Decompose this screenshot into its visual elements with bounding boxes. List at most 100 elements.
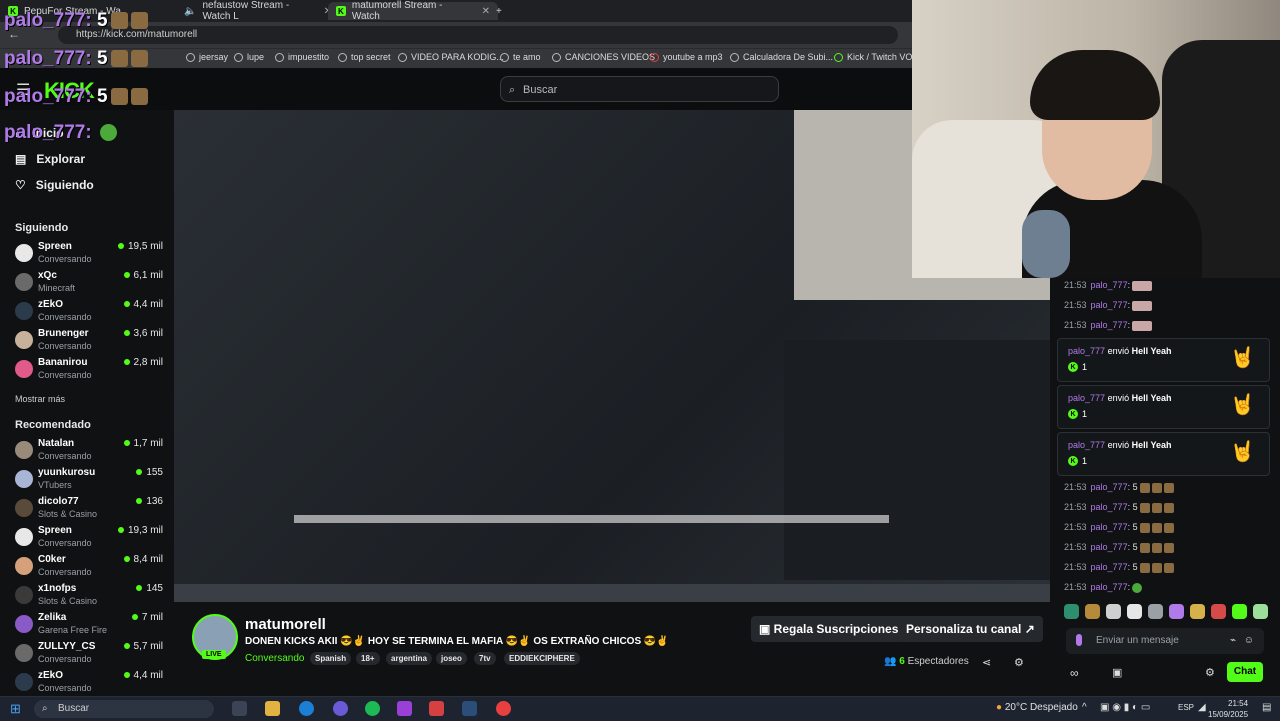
sidebar-channel[interactable]: dicolo77 Slots & Casino 136 <box>15 496 163 524</box>
file-explorer-icon[interactable] <box>265 701 280 716</box>
edge-icon[interactable] <box>299 701 314 716</box>
emote-icon <box>99 124 117 142</box>
stream-tag[interactable]: 18+ <box>356 652 380 665</box>
app-icon[interactable] <box>397 701 412 716</box>
emoji-icon[interactable]: ☺ <box>1244 628 1254 654</box>
emote-icon[interactable] <box>1211 604 1226 619</box>
emote-icon[interactable] <box>1190 604 1205 619</box>
browser-tab-3[interactable]: K matumorell Stream - Watch ✕ <box>328 0 498 22</box>
chat-message: 21:53 palo_777: 5 <box>1064 562 1174 573</box>
chat-message: 21:53 palo_777: 5 <box>1064 502 1174 513</box>
sidebar-channel[interactable]: zEkO Conversando 4,4 mil <box>15 299 163 327</box>
emote-icon <box>1151 482 1162 493</box>
share-icon[interactable]: ⋖ <box>982 656 991 669</box>
stream-tag[interactable]: Spanish <box>310 652 352 665</box>
chat-send-button[interactable]: Chat <box>1227 662 1263 682</box>
messenger-icon[interactable] <box>333 701 348 716</box>
bookmark-item[interactable]: jeersay <box>186 52 228 62</box>
spotify-icon[interactable] <box>365 701 380 716</box>
chat-input[interactable]: Enviar un mensaje ⌁ ☺ <box>1066 628 1264 654</box>
sidebar-channel[interactable]: Spreen Conversando 19,5 mil <box>15 241 163 269</box>
search-icon: ⌕ <box>509 84 516 96</box>
kick-favicon-icon: K <box>336 6 346 16</box>
emote-icon[interactable] <box>1064 604 1079 619</box>
emote-icon[interactable] <box>1106 604 1121 619</box>
gift-subs-button[interactable]: ▣ Regala Suscripciones <box>751 616 907 642</box>
stream-tag[interactable]: EDDIEKCIPHERE <box>504 652 580 665</box>
emote-icon[interactable] <box>1253 604 1268 619</box>
sidebar-channel[interactable]: Spreen Conversando 19,3 mil <box>15 525 163 553</box>
emote-icon[interactable] <box>1148 604 1163 619</box>
sidebar-channel[interactable]: Brunenger Conversando 3,6 mil <box>15 328 163 356</box>
plus-icon: + <box>496 5 502 17</box>
emote-icon <box>1132 320 1153 331</box>
new-tab-button[interactable]: + <box>488 2 510 20</box>
stream-tag[interactable]: joseo <box>436 652 467 665</box>
notifications-icon[interactable]: ▤ <box>1262 702 1271 713</box>
emote-icon[interactable] <box>1085 604 1100 619</box>
stream-tag[interactable]: argentina <box>386 652 433 665</box>
sidebar-channel[interactable]: Natalan Conversando 1,7 mil <box>15 438 163 466</box>
task-view-icon[interactable] <box>232 701 247 716</box>
emote-icon[interactable] <box>1127 604 1142 619</box>
bookmark-item[interactable]: lupe <box>234 52 264 62</box>
emote-icon <box>130 12 148 30</box>
search-input[interactable]: ⌕ Buscar <box>500 76 779 102</box>
rock-hand-icon: 🤘 <box>1230 394 1255 416</box>
bookmark-item[interactable]: CANCIONES VIDEOS <box>552 52 655 62</box>
browser-tab-2[interactable]: 🔈 nefaustow Stream - Watch L ✕ <box>176 0 340 22</box>
volume-icon[interactable]: ◢ <box>1198 702 1206 713</box>
language-indicator[interactable]: ESP <box>1178 703 1194 712</box>
steam-icon[interactable] <box>462 701 477 716</box>
bookmark-item[interactable]: youtube a mp3 <box>650 52 723 62</box>
bookmark-item[interactable]: VIDEO PARA KODIG... <box>398 52 504 62</box>
app-icon[interactable] <box>429 701 444 716</box>
bookmark-item[interactable]: top secret <box>338 52 391 62</box>
nav-explore[interactable]: ▤ Explorar <box>15 152 85 166</box>
chevron-up-icon[interactable]: ^ <box>1082 702 1087 713</box>
chat-message: 21:53 palo_777: 5 <box>1064 542 1174 553</box>
emote-icon[interactable] <box>1169 604 1184 619</box>
stream-category[interactable]: Conversando <box>245 653 304 664</box>
nav-following[interactable]: ♡ Siguiendo <box>15 178 94 192</box>
bookmark-item[interactable]: te amo <box>500 52 541 62</box>
settings-icon[interactable]: ⚙ <box>1014 656 1024 669</box>
streamer-name[interactable]: matumorell <box>245 616 326 633</box>
tray-icons[interactable]: ▣ ◉ ▮ ◐ ▭ <box>1100 702 1150 713</box>
emote-icon <box>130 50 148 68</box>
chat-message: 21:53 palo_777: <box>1064 582 1143 593</box>
customize-channel-button[interactable]: Personaliza tu canal ↗ <box>898 616 1043 642</box>
taskbar-search[interactable]: ⌕ Buscar <box>34 700 214 718</box>
tab-title: matumorell Stream - Watch <box>351 0 443 22</box>
video-nested-taskbar <box>174 584 1050 602</box>
gear-icon[interactable]: ⚙ <box>1205 666 1215 679</box>
sidebar-channel[interactable]: zEkO Conversando 4,4 mil <box>15 670 163 694</box>
gift-icon[interactable]: ▣ <box>1112 666 1122 679</box>
gift-card: palo_777 envió Hell Yeah K1 🤘 <box>1057 432 1270 476</box>
sidebar-channel[interactable]: x1nofps Slots & Casino 145 <box>15 583 163 611</box>
sidebar-channel[interactable]: Zelika Garena Free Fire 7 mil <box>15 612 163 640</box>
weather-widget[interactable]: ● 20°C Despejado <box>996 702 1078 713</box>
sidebar-channel[interactable]: xQc Minecraft 6,1 mil <box>15 270 163 298</box>
bookmark-item[interactable]: impuestito <box>275 52 329 62</box>
globe-icon <box>398 52 407 62</box>
bookmark-item[interactable]: Calculadora De Subi... <box>730 52 833 62</box>
chrome-icon[interactable] <box>496 701 511 716</box>
stream-tag[interactable]: 7tv <box>474 652 496 665</box>
sidebar-channel[interactable]: C0ker Conversando 8,4 mil <box>15 554 163 582</box>
emote-icon[interactable] <box>1232 604 1247 619</box>
infinity-icon[interactable]: ∞ <box>1070 666 1079 680</box>
windows-start-icon[interactable]: ⊞ <box>10 701 21 717</box>
avatar <box>15 499 33 517</box>
clock[interactable]: 21:54 15/09/2025 <box>1208 698 1248 720</box>
sidebar-channel[interactable]: ZULLYY_CS Conversando 5,7 mil <box>15 641 163 669</box>
overlay-chat-line: palo_777: 5 <box>4 86 148 108</box>
bookmark-item[interactable]: Kick / Twitch VOD <box>834 52 919 62</box>
sidebar-channel[interactable]: Bananirou Conversando 2,8 mil <box>15 357 163 385</box>
sidebar-channel[interactable]: yuunkurosu VTubers 155 <box>15 467 163 495</box>
show-more-link[interactable]: Mostrar más <box>15 394 65 404</box>
kick-icon <box>834 52 843 62</box>
kick-emote-icon[interactable]: ⌁ <box>1230 628 1236 654</box>
url-field[interactable]: https://kick.com/matumorell <box>58 26 898 44</box>
avatar <box>15 360 33 378</box>
